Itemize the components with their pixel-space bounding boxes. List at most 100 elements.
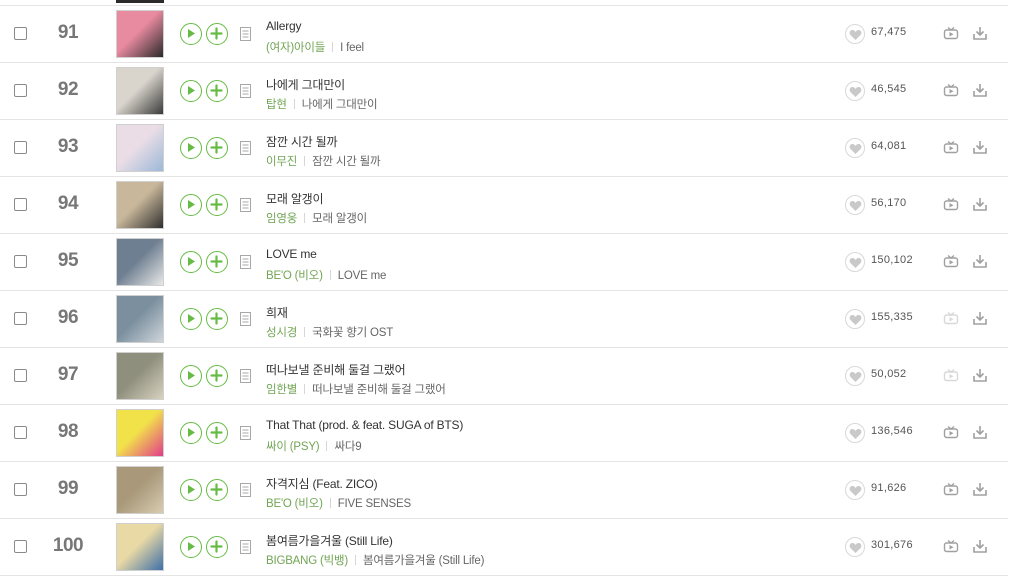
song-title[interactable]: 모래 알갱이 [266, 190, 324, 207]
mv-icon[interactable] [943, 254, 959, 268]
add-to-playlist-button[interactable] [206, 80, 228, 102]
mv-icon[interactable] [943, 83, 959, 97]
like-button[interactable] [845, 537, 865, 557]
lyrics-icon[interactable] [240, 255, 251, 269]
select-checkbox[interactable] [14, 84, 27, 97]
select-checkbox[interactable] [14, 312, 27, 325]
artist-name[interactable]: (여자)아이들 [266, 42, 325, 54]
lyrics-icon[interactable] [240, 27, 251, 41]
add-to-playlist-button[interactable] [206, 194, 228, 216]
song-title[interactable]: 나에게 그대만이 [266, 76, 345, 93]
album-art-previous-row[interactable] [116, 0, 164, 3]
select-checkbox[interactable] [14, 483, 27, 496]
play-button[interactable] [180, 536, 202, 558]
album-art[interactable] [116, 409, 164, 457]
download-icon[interactable] [972, 253, 988, 269]
album-art[interactable] [116, 238, 164, 286]
like-button[interactable] [845, 366, 865, 386]
play-button[interactable] [180, 194, 202, 216]
album-art[interactable] [116, 466, 164, 514]
like-button[interactable] [845, 480, 865, 500]
album-art[interactable] [116, 124, 164, 172]
album-name[interactable]: 나에게 그대만이 [302, 99, 378, 111]
song-title[interactable]: LOVE me [266, 247, 317, 261]
play-button[interactable] [180, 422, 202, 444]
lyrics-icon[interactable] [240, 369, 251, 383]
play-button[interactable] [180, 137, 202, 159]
album-art[interactable] [116, 67, 164, 115]
album-art[interactable] [116, 181, 164, 229]
add-to-playlist-button[interactable] [206, 422, 228, 444]
artist-name[interactable]: 이무진 [266, 156, 297, 168]
album-name[interactable]: FIVE SENSES [338, 498, 411, 510]
album-name[interactable]: 잠깐 시간 될까 [312, 156, 380, 168]
download-icon[interactable] [972, 139, 988, 155]
lyrics-icon[interactable] [240, 540, 251, 554]
download-icon[interactable] [972, 82, 988, 98]
mv-icon[interactable] [943, 539, 959, 553]
select-checkbox[interactable] [14, 27, 27, 40]
download-icon[interactable] [972, 196, 988, 212]
lyrics-icon[interactable] [240, 312, 251, 326]
song-title[interactable]: 봄여름가을겨울 (Still Life) [266, 532, 393, 549]
like-button[interactable] [845, 81, 865, 101]
play-button[interactable] [180, 479, 202, 501]
song-title[interactable]: 희재 [266, 304, 288, 321]
lyrics-icon[interactable] [240, 141, 251, 155]
add-to-playlist-button[interactable] [206, 479, 228, 501]
download-icon[interactable] [972, 424, 988, 440]
download-icon[interactable] [972, 367, 988, 383]
album-name[interactable]: 싸다9 [334, 441, 361, 453]
artist-name[interactable]: 성시경 [266, 327, 297, 339]
artist-name[interactable]: 싸이 (PSY) [266, 441, 320, 453]
album-name[interactable]: I feel [340, 42, 364, 54]
album-art[interactable] [116, 523, 164, 571]
album-name[interactable]: 떠나보낼 준비해 둘걸 그랬어 [312, 384, 446, 396]
add-to-playlist-button[interactable] [206, 536, 228, 558]
select-checkbox[interactable] [14, 426, 27, 439]
select-checkbox[interactable] [14, 141, 27, 154]
like-button[interactable] [845, 24, 865, 44]
play-button[interactable] [180, 23, 202, 45]
mv-icon[interactable] [943, 425, 959, 439]
play-button[interactable] [180, 251, 202, 273]
select-checkbox[interactable] [14, 369, 27, 382]
like-button[interactable] [845, 195, 865, 215]
add-to-playlist-button[interactable] [206, 365, 228, 387]
artist-name[interactable]: 탑현 [266, 99, 287, 111]
artist-name[interactable]: 임영웅 [266, 213, 297, 225]
song-title[interactable]: 떠나보낼 준비해 둘걸 그랬어 [266, 361, 406, 378]
album-name[interactable]: 봄여름가을겨울 (Still Life) [363, 555, 484, 567]
add-to-playlist-button[interactable] [206, 137, 228, 159]
select-checkbox[interactable] [14, 255, 27, 268]
select-checkbox[interactable] [14, 540, 27, 553]
song-title[interactable]: Allergy [266, 19, 301, 33]
download-icon[interactable] [972, 538, 988, 554]
play-button[interactable] [180, 308, 202, 330]
mv-icon[interactable] [943, 311, 959, 325]
album-art[interactable] [116, 295, 164, 343]
artist-name[interactable]: 임한별 [266, 384, 297, 396]
download-icon[interactable] [972, 481, 988, 497]
play-button[interactable] [180, 365, 202, 387]
like-button[interactable] [845, 138, 865, 158]
lyrics-icon[interactable] [240, 426, 251, 440]
add-to-playlist-button[interactable] [206, 251, 228, 273]
mv-icon[interactable] [943, 197, 959, 211]
add-to-playlist-button[interactable] [206, 23, 228, 45]
mv-icon[interactable] [943, 140, 959, 154]
lyrics-icon[interactable] [240, 84, 251, 98]
select-checkbox[interactable] [14, 198, 27, 211]
mv-icon[interactable] [943, 26, 959, 40]
album-name[interactable]: 모래 알갱이 [312, 213, 367, 225]
add-to-playlist-button[interactable] [206, 308, 228, 330]
album-name[interactable]: LOVE me [338, 270, 387, 282]
lyrics-icon[interactable] [240, 483, 251, 497]
download-icon[interactable] [972, 310, 988, 326]
lyrics-icon[interactable] [240, 198, 251, 212]
song-title[interactable]: That That (prod. & feat. SUGA of BTS) [266, 418, 463, 432]
download-icon[interactable] [972, 25, 988, 41]
artist-name[interactable]: BIGBANG (빅뱅) [266, 555, 348, 567]
mv-icon[interactable] [943, 368, 959, 382]
like-button[interactable] [845, 252, 865, 272]
